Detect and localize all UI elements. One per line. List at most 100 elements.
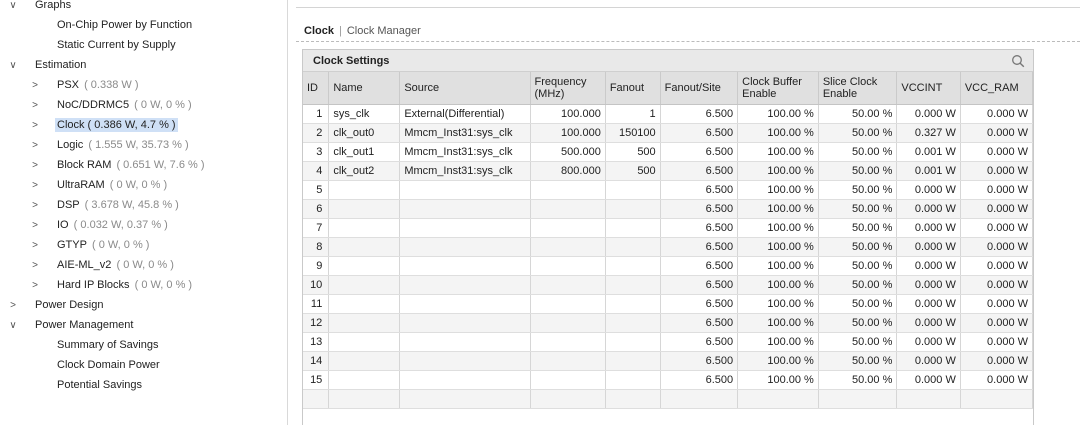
table-cell[interactable]: 500.000 bbox=[530, 142, 606, 162]
table-cell[interactable]: 0.000 W bbox=[960, 142, 1033, 162]
table-cell[interactable] bbox=[328, 256, 401, 276]
table-cell[interactable]: 100.00 % bbox=[737, 199, 819, 219]
table-cell[interactable] bbox=[605, 256, 661, 276]
table-cell[interactable] bbox=[818, 389, 898, 409]
table-cell[interactable] bbox=[328, 389, 401, 409]
table-cell[interactable]: 0.327 W bbox=[896, 123, 961, 143]
table-cell[interactable]: 0.000 W bbox=[960, 370, 1033, 390]
table-cell[interactable] bbox=[530, 256, 606, 276]
table-cell[interactable] bbox=[960, 389, 1033, 409]
chevron-right-icon[interactable]: > bbox=[29, 257, 41, 275]
table-row[interactable]: 9 6.500 100.00 % 50.00 % 0.000 W 0.000 W bbox=[303, 256, 1033, 276]
table-cell[interactable]: 0.000 W bbox=[960, 218, 1033, 238]
table-cell[interactable] bbox=[530, 351, 606, 371]
table-cell[interactable]: 0.000 W bbox=[896, 218, 961, 238]
table-cell[interactable]: 0.000 W bbox=[896, 370, 961, 390]
table-cell[interactable] bbox=[399, 275, 531, 295]
table-cell[interactable]: 9 bbox=[303, 256, 330, 276]
table-cell[interactable]: 6.500 bbox=[660, 142, 739, 162]
table-cell[interactable]: 100.000 bbox=[530, 123, 606, 143]
column-header[interactable]: VCCINT bbox=[896, 72, 961, 105]
table-cell[interactable]: 100.000 bbox=[530, 104, 606, 124]
table-cell[interactable] bbox=[530, 389, 606, 409]
chevron-right-icon[interactable]: > bbox=[29, 137, 41, 155]
table-cell[interactable]: 0.000 W bbox=[896, 294, 961, 314]
table-cell[interactable]: 100.00 % bbox=[737, 313, 819, 333]
table-cell[interactable] bbox=[530, 370, 606, 390]
table-row[interactable]: 10 6.500 100.00 % 50.00 % 0.000 W 0.000 W bbox=[303, 275, 1033, 295]
table-cell[interactable] bbox=[399, 256, 531, 276]
table-cell[interactable]: 100.00 % bbox=[737, 218, 819, 238]
table-cell[interactable]: sys_clk bbox=[328, 104, 401, 124]
tree-node[interactable]: On-Chip Power by Function bbox=[55, 16, 194, 34]
chevron-right-icon[interactable]: > bbox=[29, 77, 41, 95]
table-cell[interactable]: 50.00 % bbox=[818, 199, 898, 219]
tree-node[interactable]: > Power Design bbox=[7, 296, 105, 314]
table-cell[interactable] bbox=[399, 199, 531, 219]
table-cell[interactable]: 0.000 W bbox=[896, 332, 961, 352]
table-cell[interactable]: clk_out2 bbox=[328, 161, 401, 181]
table-cell[interactable]: 11 bbox=[303, 294, 330, 314]
table-row[interactable]: 8 6.500 100.00 % 50.00 % 0.000 W 0.000 W bbox=[303, 237, 1033, 257]
table-cell[interactable]: 6.500 bbox=[660, 332, 739, 352]
table-cell[interactable]: 6.500 bbox=[660, 180, 739, 200]
table-cell[interactable]: 6.500 bbox=[660, 256, 739, 276]
table-cell[interactable]: 0.000 W bbox=[896, 104, 961, 124]
table-cell[interactable] bbox=[605, 313, 661, 333]
table-row[interactable]: 2 clk_out0 Mmcm_Inst31:sys_clk 100.000 15010… bbox=[303, 123, 1033, 143]
search-icon[interactable] bbox=[1011, 54, 1025, 68]
table-cell[interactable]: 6.500 bbox=[660, 237, 739, 257]
table-cell[interactable]: 4 bbox=[303, 161, 330, 181]
tree-node[interactable]: > DSP ( 3.678 W, 45.8 % ) bbox=[29, 196, 179, 214]
table-cell[interactable]: 500 bbox=[605, 161, 661, 181]
table-cell[interactable]: External(Differential) bbox=[399, 104, 531, 124]
table-cell[interactable] bbox=[328, 199, 401, 219]
table-cell[interactable]: 6.500 bbox=[660, 370, 739, 390]
table-cell[interactable]: 0.000 W bbox=[960, 275, 1033, 295]
table-cell[interactable]: 50.00 % bbox=[818, 256, 898, 276]
table-cell[interactable] bbox=[605, 370, 661, 390]
table-cell[interactable] bbox=[399, 389, 531, 409]
table-row[interactable] bbox=[303, 389, 1033, 409]
chevron-right-icon[interactable]: > bbox=[29, 197, 41, 215]
column-header[interactable]: Slice Clock Enable bbox=[818, 72, 898, 105]
table-row[interactable]: 14 6.500 100.00 % 50.00 % 0.000 W 0.000 W bbox=[303, 351, 1033, 371]
table-row[interactable]: 3 clk_out1 Mmcm_Inst31:sys_clk 500.000 500 6.… bbox=[303, 142, 1033, 162]
tree-node[interactable]: > GTYP ( 0 W, 0 % ) bbox=[29, 236, 149, 254]
column-header[interactable]: Fanout bbox=[605, 72, 661, 105]
table-cell[interactable]: 0.000 W bbox=[960, 294, 1033, 314]
table-cell[interactable]: 50.00 % bbox=[818, 104, 898, 124]
column-header[interactable]: Source bbox=[399, 72, 531, 105]
table-cell[interactable] bbox=[737, 389, 819, 409]
table-cell[interactable] bbox=[328, 370, 401, 390]
table-cell[interactable]: 100.00 % bbox=[737, 142, 819, 162]
table-cell[interactable]: 0.000 W bbox=[896, 351, 961, 371]
table-cell[interactable] bbox=[399, 180, 531, 200]
table-cell[interactable]: 7 bbox=[303, 218, 330, 238]
table-row[interactable]: 11 6.500 100.00 % 50.00 % 0.000 W 0.000 W bbox=[303, 294, 1033, 314]
table-cell[interactable]: 100.00 % bbox=[737, 332, 819, 352]
tree-node[interactable]: ∨ Estimation bbox=[7, 56, 88, 74]
tree-node[interactable]: > PSX ( 0.338 W ) bbox=[29, 76, 138, 94]
tree-node[interactable]: > Block RAM ( 0.651 W, 7.6 % ) bbox=[29, 156, 204, 174]
table-cell[interactable] bbox=[605, 351, 661, 371]
table-cell[interactable] bbox=[399, 351, 531, 371]
table-cell[interactable]: 13 bbox=[303, 332, 330, 352]
table-row[interactable]: 1 sys_clk External(Differential) 100.000 1 6.… bbox=[303, 104, 1033, 124]
table-cell[interactable]: 6.500 bbox=[660, 104, 739, 124]
chevron-right-icon[interactable]: > bbox=[29, 177, 41, 195]
table-cell[interactable] bbox=[399, 313, 531, 333]
table-cell[interactable]: 0.000 W bbox=[960, 104, 1033, 124]
table-cell[interactable]: 100.00 % bbox=[737, 104, 819, 124]
table-cell[interactable]: 100.00 % bbox=[737, 275, 819, 295]
table-cell[interactable]: 100.00 % bbox=[737, 351, 819, 371]
table-cell[interactable]: 12 bbox=[303, 313, 330, 333]
table-cell[interactable] bbox=[530, 218, 606, 238]
chevron-right-icon[interactable]: > bbox=[29, 277, 41, 295]
table-cell[interactable]: 0.000 W bbox=[896, 313, 961, 333]
table-cell[interactable]: 100.00 % bbox=[737, 237, 819, 257]
table-row[interactable]: 12 6.500 100.00 % 50.00 % 0.000 W 0.000 W bbox=[303, 313, 1033, 333]
table-cell[interactable]: 0.001 W bbox=[896, 142, 961, 162]
table-cell[interactable]: 6.500 bbox=[660, 218, 739, 238]
table-cell[interactable]: 50.00 % bbox=[818, 332, 898, 352]
